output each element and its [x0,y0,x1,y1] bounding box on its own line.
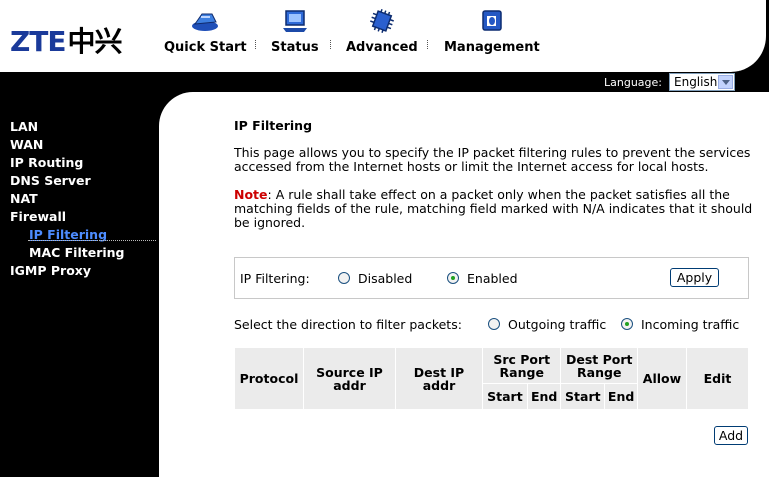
note-label: Note [234,187,268,202]
header-dest-ip: Dest IP addr [395,347,483,410]
header-protocol: Protocol [234,347,304,410]
page-title: IP Filtering [234,118,313,133]
management-icon [482,10,502,31]
header-dest-start: Start [560,383,606,410]
page-note: Note: A rule shall take effect on a pack… [234,188,754,230]
topnav-management-label: Management [444,40,540,55]
topnav-advanced[interactable]: Advanced [346,8,418,55]
language-label: Language: [604,76,662,89]
header-allow: Allow [637,347,687,410]
sidebar-item-igmp-proxy[interactable]: IGMP Proxy [10,263,91,278]
disabled-option-label[interactable]: Disabled [358,271,412,286]
incoming-traffic-radio[interactable] [621,318,633,330]
rules-table: Protocol Source IP addr Dest IP addr Src… [234,347,749,410]
topnav-management[interactable]: Management [444,8,540,55]
topnav-quick-start-label: Quick Start [164,40,247,55]
enabled-radio[interactable] [447,272,459,284]
header-src-start: Start [482,383,528,410]
topnav-separator [427,40,428,49]
sidebar-item-ip-routing[interactable]: IP Routing [10,155,83,170]
direction-label: Select the direction to filter packets: [234,317,462,332]
language-value: English [674,75,718,89]
outgoing-traffic-label[interactable]: Outgoing traffic [508,317,606,332]
sidebar-item-firewall[interactable]: Firewall [10,209,66,224]
logo-chinese: 中兴 [67,25,123,58]
topnav-advanced-label: Advanced [346,40,418,55]
sidebar-item-dns-server[interactable]: DNS Server [10,173,91,188]
language-select[interactable]: English [669,73,735,91]
disabled-radio[interactable] [338,272,350,284]
header-edit: Edit [686,347,749,410]
outgoing-traffic-radio[interactable] [488,318,500,330]
header-src-end: End [526,383,562,410]
sidebar-divider [28,240,156,241]
status-icon [282,10,307,32]
ip-filtering-label: IP Filtering: [240,271,310,286]
header-source-ip: Source IP addr [303,347,396,410]
table-header-row: Protocol Source IP addr Dest IP addr Src… [234,347,749,410]
topnav-separator [330,40,331,49]
header-src-port-range: Src Port Range [481,347,562,384]
topnav-quick-start[interactable]: Quick Start [164,8,247,55]
apply-button[interactable]: Apply [670,268,719,287]
sidebar-item-mac-filtering[interactable]: MAC Filtering [29,245,125,260]
add-button[interactable]: Add [714,426,748,445]
logo-latin: ZTE [10,25,67,58]
incoming-traffic-label[interactable]: Incoming traffic [641,317,739,332]
sidebar-item-nat[interactable]: NAT [10,191,38,206]
quick-start-icon [192,13,219,31]
note-text: : A rule shall take effect on a packet o… [234,187,753,230]
header-dest-end: End [604,383,638,410]
advanced-icon [369,9,394,33]
sidebar-item-lan[interactable]: LAN [10,119,38,134]
topnav-separator [255,40,256,49]
topnav-status[interactable]: Status [271,8,319,55]
topnav-status-label: Status [271,40,319,55]
sidebar-item-wan[interactable]: WAN [10,137,43,152]
header-dest-port-range: Dest Port Range [560,347,638,384]
chevron-down-icon[interactable] [718,75,733,89]
zte-logo: ZTE中兴 [10,20,123,60]
page-description: This page allows you to specify the IP p… [234,145,751,174]
enabled-option-label[interactable]: Enabled [467,271,518,286]
